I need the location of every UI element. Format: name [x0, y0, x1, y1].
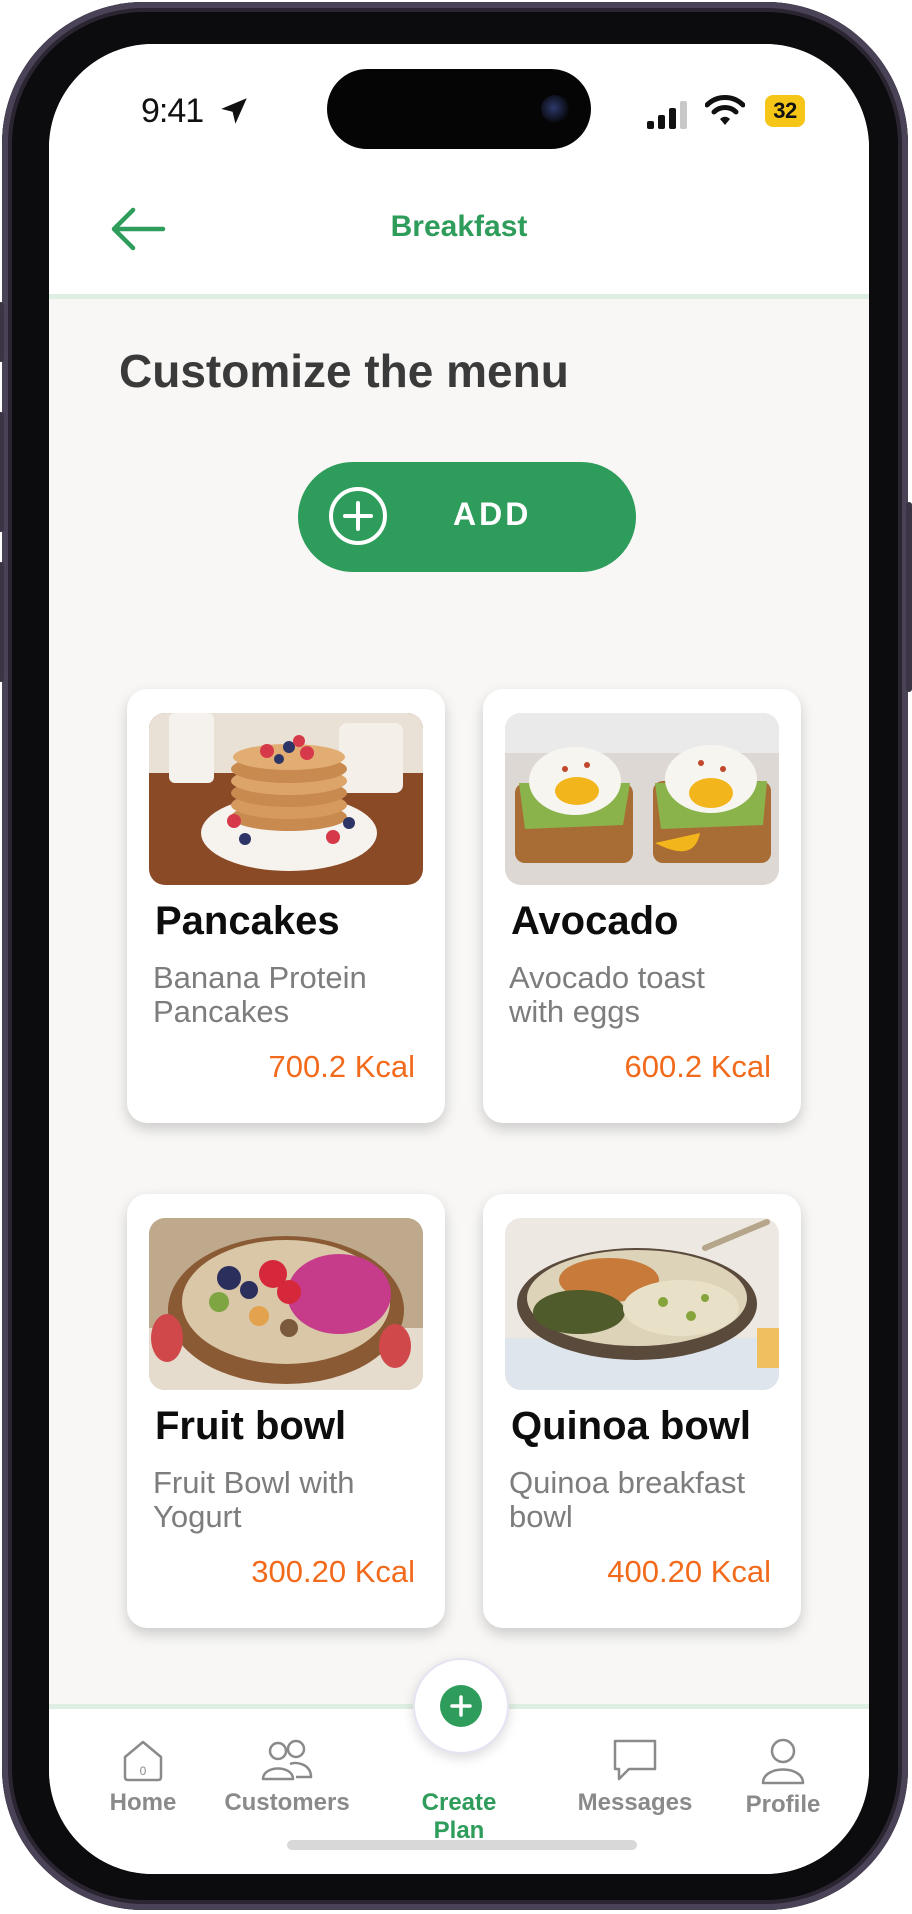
tab-create-plan[interactable]: Create Plan [393, 1783, 525, 1845]
meal-description: Quinoa breakfast bowl [509, 1465, 746, 1534]
tab-label: Messages [577, 1789, 693, 1816]
chat-icon [613, 1739, 657, 1781]
meal-description: Banana Protein Pancakes [153, 960, 367, 1029]
signal-icon [647, 101, 687, 129]
meal-description: Avocado toast with eggs [509, 960, 705, 1029]
wifi-icon [705, 95, 745, 125]
section-heading: Customize the menu [119, 345, 569, 397]
meal-card-avocado[interactable]: Avocado Avocado toast with eggs 600.2 Kc… [483, 689, 801, 1123]
volume-down-button [0, 562, 4, 682]
home-indicator[interactable] [287, 1840, 637, 1850]
user-icon [761, 1738, 805, 1785]
add-button[interactable]: ADD [298, 462, 636, 572]
top-bar: Breakfast [49, 174, 869, 299]
tab-messages[interactable]: Messages [565, 1737, 705, 1817]
tab-label: Home [109, 1789, 177, 1816]
meal-kcal: 700.2 Kcal [268, 1049, 416, 1084]
meal-kcal: 300.20 Kcal [251, 1554, 415, 1589]
plus-circle-icon [329, 487, 387, 545]
fruit-bowl-image [149, 1218, 423, 1390]
phone-frame: 9:41 32 Breakfast Customize the menu ADD… [0, 2, 912, 1910]
dynamic-island [327, 69, 591, 149]
meal-description: Fruit Bowl with Yogurt [153, 1465, 355, 1534]
meal-title: Pancakes [155, 899, 340, 943]
action-button [0, 302, 4, 362]
add-button-label: ADD [453, 496, 532, 532]
tab-label: Profile [745, 1791, 821, 1818]
battery-icon: 32 [765, 95, 805, 127]
svg-text:0: 0 [140, 1764, 147, 1778]
pancakes-image [149, 713, 423, 885]
meal-kcal: 400.20 Kcal [607, 1554, 771, 1589]
meal-title: Avocado [511, 899, 679, 943]
location-arrow-icon [221, 98, 247, 124]
meal-card-pancakes[interactable]: Pancakes Banana Protein Pancakes 700.2 K… [127, 689, 445, 1123]
tab-home[interactable]: 0 Home [73, 1737, 213, 1817]
camera-icon [541, 95, 569, 123]
meal-card-fruit-bowl[interactable]: Fruit bowl Fruit Bowl with Yogurt 300.20… [127, 1194, 445, 1628]
volume-up-button [0, 412, 4, 532]
status-time: 9:41 [141, 92, 204, 130]
home-icon: 0 [123, 1740, 163, 1782]
tab-profile[interactable]: Profile [713, 1737, 853, 1819]
tab-label: Create Plan [421, 1789, 497, 1844]
users-icon [261, 1739, 313, 1781]
tab-customers[interactable]: Customers [217, 1737, 357, 1817]
page-title: Breakfast [390, 210, 528, 243]
plus-icon [450, 1695, 472, 1717]
tab-label: Customers [224, 1789, 350, 1816]
create-plan-fab[interactable] [413, 1658, 509, 1754]
meal-kcal: 600.2 Kcal [624, 1049, 772, 1084]
screen: 9:41 32 Breakfast Customize the menu ADD… [49, 44, 869, 1874]
quinoa-bowl-image [505, 1218, 779, 1390]
power-button [906, 502, 912, 692]
meal-card-quinoa-bowl[interactable]: Quinoa bowl Quinoa breakfast bowl 400.20… [483, 1194, 801, 1628]
avocado-image [505, 713, 779, 885]
meal-title: Quinoa bowl [511, 1404, 751, 1448]
fab-circle [440, 1685, 482, 1727]
meal-title: Fruit bowl [155, 1404, 347, 1448]
